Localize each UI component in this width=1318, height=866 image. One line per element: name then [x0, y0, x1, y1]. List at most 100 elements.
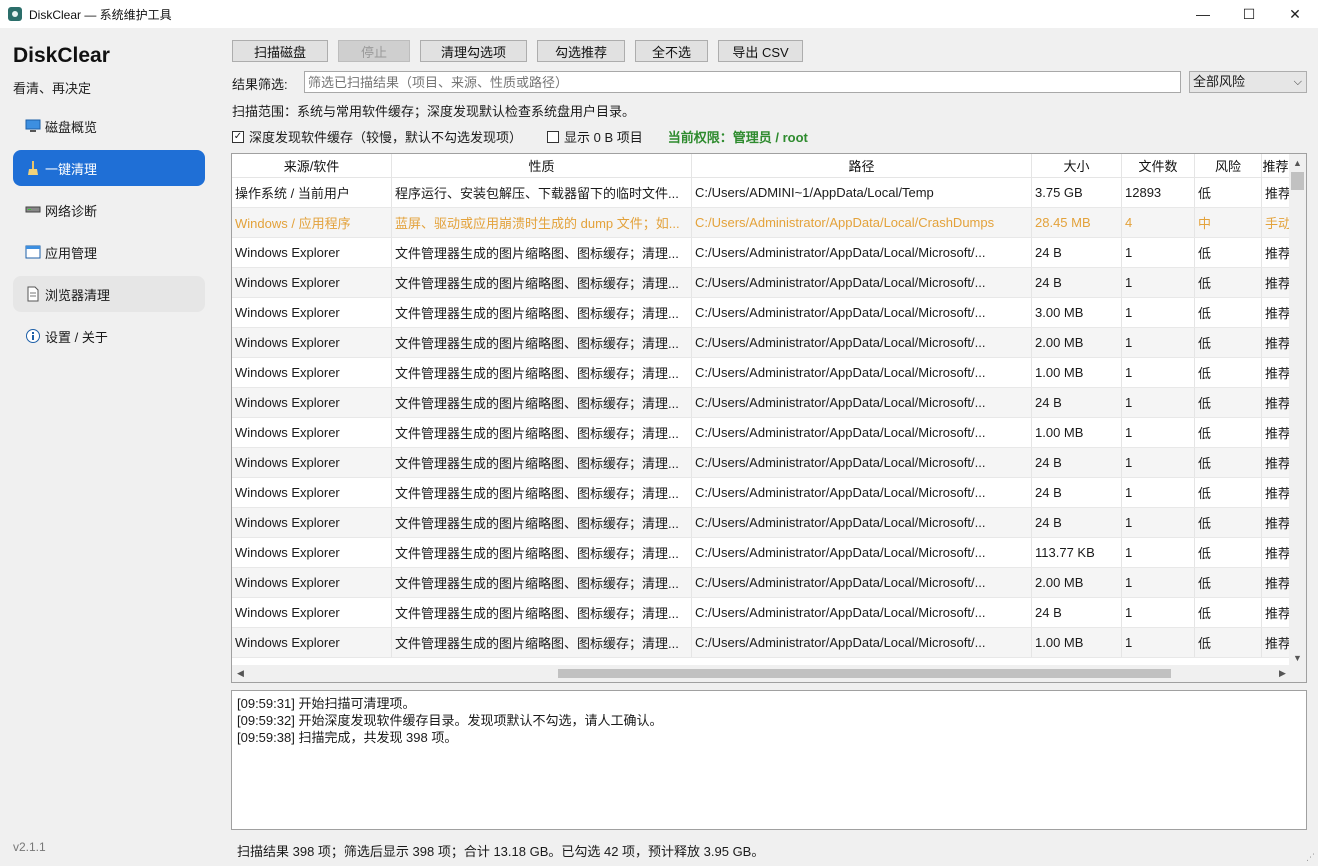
column-header-source[interactable]: 来源/软件 — [232, 154, 392, 178]
table-header: 来源/软件 性质 路径 大小 文件数 风险 推荐 — [232, 154, 1290, 178]
cell-nature: 文件管理器生成的图片缩略图、图标缓存；清理... — [392, 568, 692, 597]
export-csv-button[interactable]: 导出 CSV — [718, 40, 803, 62]
cell-path: C:/Users/Administrator/AppData/Local/Mic… — [692, 538, 1032, 567]
cell-recommendation: 推荐 — [1262, 538, 1290, 567]
cell-size: 24 B — [1032, 238, 1122, 267]
sidebar-item-one-click-clean[interactable]: 一键清理 — [13, 150, 205, 186]
table-row[interactable]: Windows Explorer 文件管理器生成的图片缩略图、图标缓存；清理...… — [232, 358, 1290, 388]
cell-path: C:/Users/Administrator/AppData/Local/Mic… — [692, 568, 1032, 597]
sidebar-item-app-management[interactable]: 应用管理 — [13, 234, 205, 270]
cell-recommendation: 推荐 — [1262, 628, 1290, 657]
scroll-down-icon[interactable]: ▼ — [1289, 649, 1306, 666]
cell-risk: 低 — [1195, 328, 1262, 357]
cell-risk: 低 — [1195, 178, 1262, 207]
table-row[interactable]: Windows Explorer 文件管理器生成的图片缩略图、图标缓存；清理...… — [232, 568, 1290, 598]
log-panel[interactable]: [09:59:31] 开始扫描可清理项。 [09:59:32] 开始深度发现软件… — [231, 690, 1307, 830]
horizontal-scroll-thumb[interactable] — [558, 669, 1171, 678]
cell-recommendation: 推荐 — [1262, 508, 1290, 537]
sidebar-item-network-diagnosis[interactable]: 网络诊断 — [13, 192, 205, 228]
minimize-button[interactable]: — — [1180, 0, 1226, 28]
maximize-button[interactable]: ☐ — [1226, 0, 1272, 28]
table-row[interactable]: Windows / 应用程序 蓝屏、驱动或应用崩溃时生成的 dump 文件；如..… — [232, 208, 1290, 238]
cell-size: 24 B — [1032, 388, 1122, 417]
column-header-nature[interactable]: 性质 — [392, 154, 692, 178]
table-row[interactable]: Windows Explorer 文件管理器生成的图片缩略图、图标缓存；清理...… — [232, 628, 1290, 658]
sidebar-item-label: 磁盘概览 — [45, 119, 98, 135]
cell-size: 113.77 KB — [1032, 538, 1122, 567]
table-row[interactable]: Windows Explorer 文件管理器生成的图片缩略图、图标缓存；清理...… — [232, 238, 1290, 268]
table-row[interactable]: 操作系统 / 当前用户 程序运行、安装包解压、下载器留下的临时文件... C:/Us… — [232, 178, 1290, 208]
cell-risk: 中 — [1195, 208, 1262, 237]
clean-selected-button[interactable]: 清理勾选项 — [420, 40, 527, 62]
scroll-up-icon[interactable]: ▲ — [1289, 154, 1306, 171]
column-header-path[interactable]: 路径 — [692, 154, 1032, 178]
cell-file-count: 1 — [1122, 328, 1195, 357]
deep-discovery-option[interactable]: ✓ 深度发现软件缓存（较慢，默认不勾选发现项） — [232, 127, 522, 146]
stop-button[interactable]: 停止 — [338, 40, 410, 62]
sidebar-item-browser-clean[interactable]: 浏览器清理 — [13, 276, 205, 312]
cell-file-count: 1 — [1122, 388, 1195, 417]
close-button[interactable]: ✕ — [1272, 0, 1318, 28]
table-row[interactable]: Windows Explorer 文件管理器生成的图片缩略图、图标缓存；清理...… — [232, 478, 1290, 508]
scan-disk-button[interactable]: 扫描磁盘 — [232, 40, 328, 62]
cell-file-count: 1 — [1122, 298, 1195, 327]
cell-recommendation: 手动 — [1262, 208, 1290, 237]
column-header-file-count[interactable]: 文件数 — [1122, 154, 1195, 178]
table-row[interactable]: Windows Explorer 文件管理器生成的图片缩略图、图标缓存；清理...… — [232, 448, 1290, 478]
column-header-risk[interactable]: 风险 — [1195, 154, 1262, 178]
filter-input[interactable] — [304, 71, 1181, 93]
select-recommended-button[interactable]: 勾选推荐 — [537, 40, 625, 62]
column-header-size[interactable]: 大小 — [1032, 154, 1122, 178]
cell-size: 2.00 MB — [1032, 328, 1122, 357]
risk-filter-select[interactable]: 全部风险 ⌵ — [1189, 71, 1307, 93]
table-row[interactable]: Windows Explorer 文件管理器生成的图片缩略图、图标缓存；清理...… — [232, 538, 1290, 568]
monitor-icon — [25, 118, 41, 134]
cell-path: C:/Users/Administrator/AppData/Local/Cra… — [692, 208, 1032, 237]
table-row[interactable]: Windows Explorer 文件管理器生成的图片缩略图、图标缓存；清理...… — [232, 598, 1290, 628]
cell-path: C:/Users/Administrator/AppData/Local/Mic… — [692, 508, 1032, 537]
cell-nature: 文件管理器生成的图片缩略图、图标缓存；清理... — [392, 508, 692, 537]
cell-recommendation: 推荐 — [1262, 598, 1290, 627]
horizontal-scrollbar[interactable]: ◀ ▶ — [232, 665, 1291, 682]
table-row[interactable]: Windows Explorer 文件管理器生成的图片缩略图、图标缓存；清理...… — [232, 388, 1290, 418]
cell-file-count: 12893 — [1122, 178, 1195, 207]
cell-size: 24 B — [1032, 268, 1122, 297]
cell-nature: 文件管理器生成的图片缩略图、图标缓存；清理... — [392, 268, 692, 297]
show-zero-option[interactable]: 显示 0 B 项目 — [547, 127, 643, 146]
table-row[interactable]: Windows Explorer 文件管理器生成的图片缩略图、图标缓存；清理...… — [232, 328, 1290, 358]
cell-size: 3.75 GB — [1032, 178, 1122, 207]
cell-nature: 蓝屏、驱动或应用崩溃时生成的 dump 文件；如... — [392, 208, 692, 237]
sidebar-item-label: 一键清理 — [45, 161, 98, 177]
cell-recommendation: 推荐 — [1262, 268, 1290, 297]
chevron-down-icon: ⌵ — [1293, 76, 1302, 88]
cell-source: Windows Explorer — [232, 388, 392, 417]
document-icon — [25, 286, 41, 302]
resize-grip-icon[interactable]: ⋰ — [1306, 852, 1315, 863]
brand-name: DiskClear — [13, 44, 110, 67]
cell-source: Windows Explorer — [232, 418, 392, 447]
cell-path: C:/Users/Administrator/AppData/Local/Mic… — [692, 598, 1032, 627]
deep-discovery-checkbox[interactable]: ✓ — [232, 130, 244, 143]
cell-path: C:/Users/Administrator/AppData/Local/Mic… — [692, 628, 1032, 657]
cell-source: Windows Explorer — [232, 298, 392, 327]
vertical-scroll-thumb[interactable] — [1291, 172, 1304, 190]
table-row[interactable]: Windows Explorer 文件管理器生成的图片缩略图、图标缓存；清理...… — [232, 418, 1290, 448]
cell-nature: 文件管理器生成的图片缩略图、图标缓存；清理... — [392, 628, 692, 657]
table-row[interactable]: Windows Explorer 文件管理器生成的图片缩略图、图标缓存；清理...… — [232, 268, 1290, 298]
show-zero-checkbox[interactable] — [547, 130, 560, 143]
cell-risk: 低 — [1195, 598, 1262, 627]
cell-path: C:/Users/Administrator/AppData/Local/Mic… — [692, 358, 1032, 387]
sidebar-item-disk-overview[interactable]: 磁盘概览 — [13, 108, 205, 144]
sidebar-item-settings-about[interactable]: 设置 / 关于 — [13, 318, 205, 354]
table-row[interactable]: Windows Explorer 文件管理器生成的图片缩略图、图标缓存；清理...… — [232, 298, 1290, 328]
select-none-button[interactable]: 全不选 — [635, 40, 708, 62]
cell-path: C:/Users/Administrator/AppData/Local/Mic… — [692, 298, 1032, 327]
cell-source: Windows Explorer — [232, 568, 392, 597]
vertical-scrollbar[interactable]: ▲ ▼ — [1289, 154, 1306, 666]
column-header-recommendation[interactable]: 推荐 — [1262, 154, 1290, 178]
cell-nature: 文件管理器生成的图片缩略图、图标缓存；清理... — [392, 448, 692, 477]
scroll-left-icon[interactable]: ◀ — [232, 665, 249, 682]
toolbar: 扫描磁盘 停止 清理勾选项 勾选推荐 全不选 导出 CSV — [232, 40, 813, 62]
table-row[interactable]: Windows Explorer 文件管理器生成的图片缩略图、图标缓存；清理...… — [232, 508, 1290, 538]
cell-size: 24 B — [1032, 478, 1122, 507]
